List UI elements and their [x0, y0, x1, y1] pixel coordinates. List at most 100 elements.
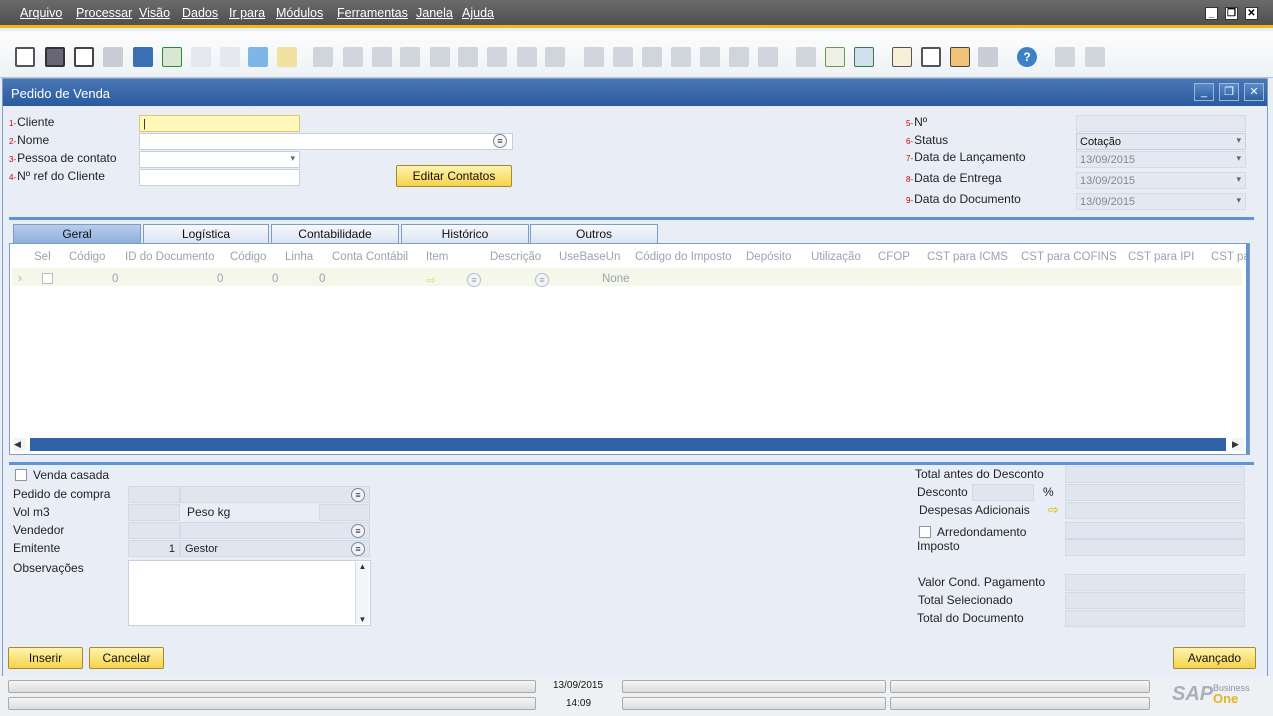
- avancado-button[interactable]: Avançado: [1173, 647, 1256, 669]
- print-preview-icon[interactable]: [15, 47, 35, 67]
- item-list-icon[interactable]: ≡: [467, 273, 481, 287]
- menu-ir-para[interactable]: Ir para: [229, 6, 265, 20]
- nome-list-icon[interactable]: ≡: [493, 134, 507, 148]
- arredondamento-checkbox[interactable]: [919, 526, 931, 538]
- footer-splitter[interactable]: [9, 462, 1254, 465]
- sms-icon[interactable]: [103, 47, 123, 67]
- col-conta-contabil[interactable]: Conta Contábil: [332, 251, 408, 263]
- filter-icon[interactable]: [517, 47, 537, 67]
- documento-date[interactable]: 13/09/2015: [1076, 193, 1246, 210]
- editar-contatos-button[interactable]: Editar Contatos: [396, 165, 512, 187]
- entrega-date[interactable]: 13/09/2015: [1076, 172, 1246, 189]
- tab-contabilidade[interactable]: Contabilidade: [271, 224, 399, 243]
- row-select-checkbox[interactable]: [42, 273, 53, 284]
- menu-dados[interactable]: Dados: [182, 6, 218, 20]
- menu-visao[interactable]: Visão: [139, 6, 170, 20]
- observacoes-scrollbar[interactable]: ▲ ▼: [355, 562, 369, 624]
- grid-right-splitter[interactable]: [1246, 244, 1249, 454]
- observacoes-textarea[interactable]: ▲ ▼: [128, 560, 371, 626]
- col-descricao[interactable]: Descrição: [490, 251, 541, 263]
- col-cfop[interactable]: CFOP: [878, 251, 910, 263]
- maximize-icon[interactable]: ❐: [1219, 83, 1239, 101]
- gross-profit-icon[interactable]: [700, 47, 720, 67]
- help-icon[interactable]: ?: [1017, 47, 1037, 67]
- header-splitter[interactable]: [9, 217, 1254, 220]
- settings-icon[interactable]: [825, 47, 845, 67]
- col-sel[interactable]: Sel: [34, 251, 51, 263]
- print-icon[interactable]: [45, 47, 65, 67]
- emitente-list-icon[interactable]: ≡: [351, 542, 365, 556]
- payment-icon[interactable]: [671, 47, 691, 67]
- col-id-documento[interactable]: ID do Documento: [125, 251, 215, 263]
- col-cst-pa[interactable]: CST pa: [1211, 251, 1250, 263]
- minimize-icon[interactable]: _: [1194, 83, 1214, 101]
- vendedor-name[interactable]: [180, 522, 370, 539]
- desconto-percent-field[interactable]: [972, 484, 1034, 501]
- previous-record-icon[interactable]: [400, 47, 420, 67]
- edit-icon[interactable]: [796, 47, 816, 67]
- pedido-compra-field[interactable]: [128, 486, 180, 503]
- launch-app-icon[interactable]: [248, 47, 268, 67]
- scroll-down-icon[interactable]: ▼: [356, 615, 369, 624]
- find-icon[interactable]: [313, 47, 333, 67]
- menu-janela[interactable]: Janela: [416, 6, 453, 20]
- menu-processar[interactable]: Processar: [76, 6, 132, 20]
- lock-screen-icon[interactable]: [277, 47, 297, 67]
- scroll-up-icon[interactable]: ▲: [356, 562, 369, 571]
- vendedor-field[interactable]: [128, 522, 180, 539]
- tab-geral[interactable]: Geral: [13, 224, 141, 243]
- col-cst-cofins[interactable]: CST para COFINS: [1021, 251, 1117, 263]
- sort-icon[interactable]: [545, 47, 565, 67]
- col-codigo[interactable]: Código: [69, 251, 105, 263]
- scroll-left-icon[interactable]: ◀: [14, 438, 26, 451]
- menu-modulos[interactable]: Módulos: [276, 6, 323, 20]
- app-restore-icon[interactable]: ❐: [1225, 7, 1238, 20]
- ref-input[interactable]: [139, 169, 300, 186]
- tab-outros[interactable]: Outros: [530, 224, 658, 243]
- email-icon[interactable]: [74, 47, 94, 67]
- messages-icon[interactable]: [892, 47, 912, 67]
- despesas-link-arrow-icon[interactable]: ⇨: [1048, 502, 1059, 518]
- item-link-arrow-icon[interactable]: ⇨: [426, 273, 436, 287]
- app-close-icon[interactable]: ✕: [1245, 7, 1258, 20]
- pdf-icon[interactable]: [220, 47, 240, 67]
- col-codigo-2[interactable]: Código: [230, 251, 266, 263]
- venda-casada-checkbox[interactable]: [15, 469, 27, 481]
- target-document-icon[interactable]: [613, 47, 633, 67]
- col-item[interactable]: Item: [426, 251, 448, 263]
- volume-weight-icon[interactable]: [729, 47, 749, 67]
- close-icon[interactable]: ✕: [1244, 83, 1264, 101]
- last-record-icon[interactable]: [458, 47, 478, 67]
- nome-input[interactable]: [139, 133, 513, 150]
- cancelar-button[interactable]: Cancelar: [89, 647, 164, 669]
- col-utilizacao[interactable]: Utilização: [811, 251, 861, 263]
- cliente-input[interactable]: |: [139, 115, 300, 132]
- add-icon[interactable]: [343, 47, 363, 67]
- word-icon[interactable]: [191, 47, 211, 67]
- org-chart-icon[interactable]: [978, 47, 998, 67]
- vendedor-list-icon[interactable]: ≡: [351, 524, 365, 538]
- horizontal-scrollbar[interactable]: [30, 438, 1226, 451]
- col-codigo-imposto[interactable]: Código do Imposto: [635, 251, 732, 263]
- lancamento-date[interactable]: 13/09/2015: [1076, 151, 1246, 168]
- toolbar-extra2-icon[interactable]: [1085, 47, 1105, 67]
- base-document-icon[interactable]: [584, 47, 604, 67]
- layout-designer-icon[interactable]: [758, 47, 778, 67]
- descricao-list-icon[interactable]: ≡: [535, 273, 549, 287]
- fax-icon[interactable]: [133, 47, 153, 67]
- refresh-icon[interactable]: [487, 47, 507, 67]
- toolbar-extra-icon[interactable]: [1055, 47, 1075, 67]
- contato-select[interactable]: [139, 151, 300, 168]
- tab-logistica[interactable]: Logística: [143, 224, 269, 243]
- emitente-name[interactable]: Gestor: [180, 540, 370, 557]
- vol-field[interactable]: [128, 504, 180, 521]
- emitente-code[interactable]: 1: [128, 540, 180, 557]
- status-select[interactable]: Cotação: [1076, 133, 1246, 150]
- journal-icon[interactable]: [642, 47, 662, 67]
- col-usebaseun[interactable]: UseBaseUn: [559, 251, 620, 263]
- peso-field[interactable]: [319, 504, 370, 521]
- pedido-compra-list-icon[interactable]: ≡: [351, 488, 365, 502]
- excel-icon[interactable]: [162, 47, 182, 67]
- inserir-button[interactable]: Inserir: [8, 647, 83, 669]
- calendar-icon[interactable]: [950, 47, 970, 67]
